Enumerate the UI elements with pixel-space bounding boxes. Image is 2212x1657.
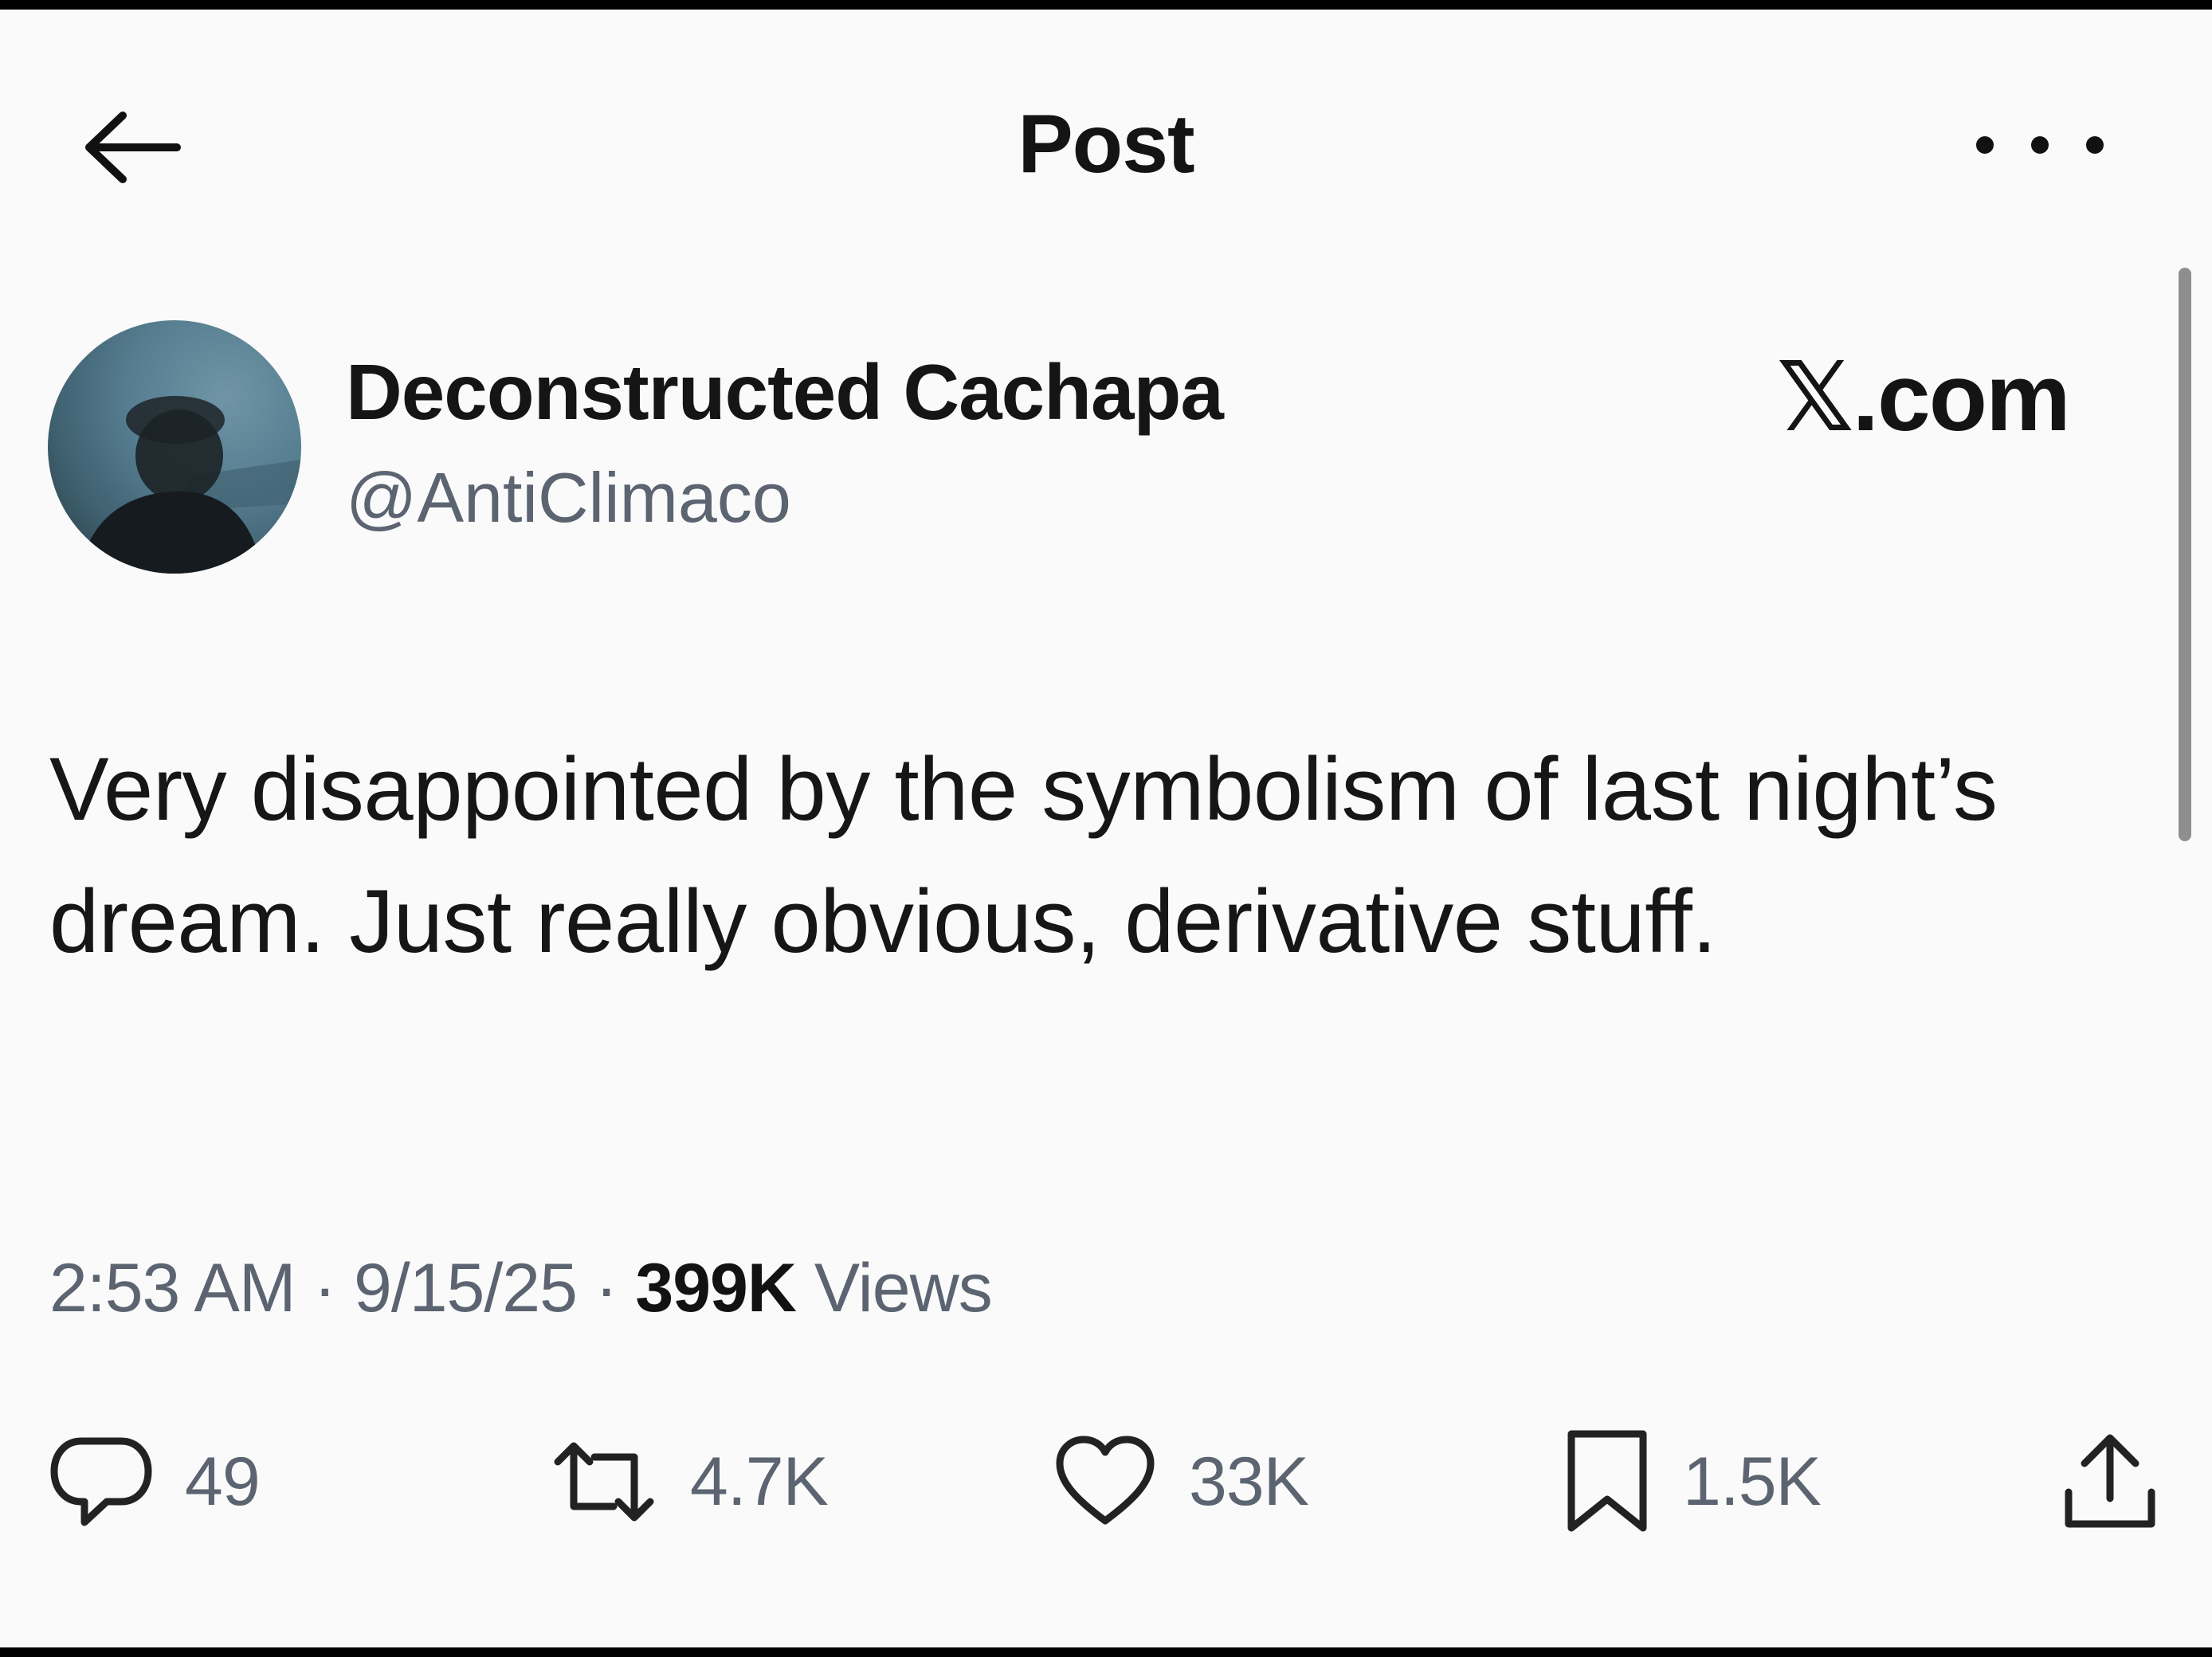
- heart-icon: [1053, 1430, 1157, 1534]
- more-dot: [1976, 136, 1994, 154]
- more-dot: [2086, 136, 2104, 154]
- page-title: Post: [1018, 98, 1194, 190]
- avatar-silhouette: [80, 396, 301, 574]
- meta-separator: ·: [313, 1250, 336, 1326]
- reply-icon: [49, 1430, 153, 1534]
- more-dot: [2031, 136, 2049, 154]
- bookmark-button[interactable]: 1.5K: [1563, 1418, 1822, 1545]
- bookmark-icon: [1563, 1428, 1651, 1536]
- share-button[interactable]: [2062, 1418, 2158, 1545]
- scrollbar[interactable]: [2179, 268, 2191, 841]
- like-count: 33K: [1189, 1443, 1309, 1520]
- post-meta: 2:53 AM · 9/15/25 · 399K Views: [49, 1249, 993, 1328]
- more-button[interactable]: [1976, 121, 2104, 169]
- like-button[interactable]: 33K: [1053, 1418, 1309, 1545]
- share-icon: [2062, 1430, 2158, 1534]
- repost-count: 4.7K: [690, 1443, 829, 1520]
- repost-button[interactable]: 4.7K: [550, 1418, 829, 1545]
- views-label: Views: [814, 1250, 993, 1326]
- bookmark-count: 1.5K: [1683, 1443, 1822, 1520]
- author-name[interactable]: Deconstructed Cachapa: [346, 347, 1224, 437]
- repost-icon: [550, 1430, 658, 1534]
- site-watermark: 𝕏.com: [1777, 344, 2071, 451]
- reply-count: 49: [185, 1443, 261, 1520]
- bottom-frame-border: [0, 1647, 2212, 1657]
- views-count: 399K: [635, 1250, 797, 1326]
- top-frame-border: [0, 0, 2212, 10]
- post-header: Post: [0, 10, 2212, 264]
- post-date: 9/15/25: [353, 1250, 578, 1326]
- meta-separator: ·: [594, 1250, 618, 1326]
- avatar[interactable]: [48, 320, 301, 574]
- author-handle[interactable]: @AntiClimaco: [346, 457, 791, 539]
- post-time: 2:53 AM: [49, 1250, 296, 1326]
- post-text: Very disappointed by the symbolism of la…: [49, 739, 1998, 971]
- reply-button[interactable]: 49: [49, 1418, 261, 1545]
- action-bar: 49 4.7K 33K 1.5K: [0, 1418, 2212, 1545]
